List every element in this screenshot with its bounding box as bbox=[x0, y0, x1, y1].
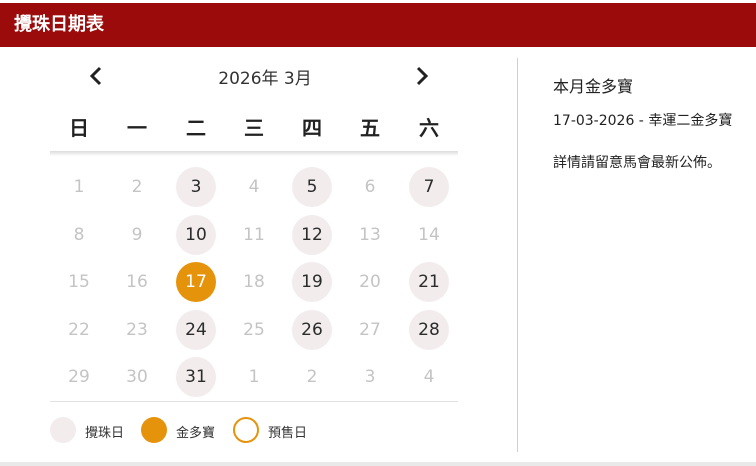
day-cell[interactable]: 1 bbox=[59, 167, 99, 207]
draw-day-legend-icon bbox=[50, 417, 76, 443]
weekday-label: 日 bbox=[69, 116, 89, 140]
jackpot-month-title: 本月金多寶 bbox=[553, 77, 634, 96]
day-cell[interactable]: 8 bbox=[59, 215, 99, 255]
weekday-label: 六 bbox=[419, 116, 439, 140]
weekday-header: 日一二三四五六 bbox=[50, 112, 458, 144]
draw-day-cell[interactable]: 24 bbox=[176, 310, 216, 350]
draw-day-cell[interactable]: 26 bbox=[292, 310, 332, 350]
draw-day-cell[interactable]: 7 bbox=[409, 167, 449, 207]
legend-jackpot-label: 金多寶 bbox=[176, 426, 216, 441]
day-cell[interactable]: 9 bbox=[117, 215, 157, 255]
day-cell[interactable]: 23 bbox=[117, 310, 157, 350]
draw-day-cell[interactable]: 31 bbox=[176, 357, 216, 397]
day-cell[interactable]: 2 bbox=[292, 357, 332, 397]
day-cell[interactable]: 14 bbox=[409, 215, 449, 255]
day-cell[interactable]: 22 bbox=[59, 310, 99, 350]
day-cell[interactable]: 3 bbox=[350, 357, 390, 397]
day-cell[interactable]: 18 bbox=[234, 262, 274, 302]
legend-draw-label: 攪珠日 bbox=[85, 426, 125, 441]
weekday-label: 一 bbox=[127, 116, 147, 140]
draw-day-cell[interactable]: 12 bbox=[292, 215, 332, 255]
legend-presale-label: 預售日 bbox=[268, 426, 308, 441]
chevron-right-icon bbox=[416, 66, 429, 86]
draw-day-cell[interactable]: 5 bbox=[292, 167, 332, 207]
draw-day-cell[interactable]: 21 bbox=[409, 262, 449, 302]
day-cell[interactable]: 11 bbox=[234, 215, 274, 255]
day-cell[interactable]: 4 bbox=[409, 357, 449, 397]
month-label: 2026年 3月 bbox=[218, 69, 312, 89]
draw-day-cell[interactable]: 28 bbox=[409, 310, 449, 350]
page-title: 攪珠日期表 bbox=[14, 14, 104, 35]
day-cell[interactable]: 15 bbox=[59, 262, 99, 302]
day-cell[interactable]: 1 bbox=[234, 357, 274, 397]
weekday-divider bbox=[50, 151, 458, 156]
day-cell[interactable]: 30 bbox=[117, 357, 157, 397]
weekday-label: 二 bbox=[186, 116, 206, 140]
jackpot-date-info: 17-03-2026 - 幸運二金多寶 bbox=[553, 113, 733, 129]
chevron-left-icon bbox=[89, 66, 102, 86]
day-cell[interactable]: 29 bbox=[59, 357, 99, 397]
weekday-label: 四 bbox=[302, 116, 322, 140]
day-cell[interactable]: 16 bbox=[117, 262, 157, 302]
day-cell[interactable]: 20 bbox=[350, 262, 390, 302]
day-cell[interactable]: 6 bbox=[350, 167, 390, 207]
draw-day-cell[interactable]: 3 bbox=[176, 167, 216, 207]
day-cell[interactable]: 25 bbox=[234, 310, 274, 350]
weekday-label: 三 bbox=[244, 116, 264, 140]
next-month-button[interactable] bbox=[408, 62, 436, 90]
jackpot-legend-icon bbox=[141, 417, 167, 443]
jackpot-day-cell[interactable]: 17 bbox=[176, 262, 216, 302]
vertical-divider bbox=[517, 58, 518, 452]
jackpot-note: 詳情請留意馬會最新公佈。 bbox=[553, 155, 721, 171]
draw-day-cell[interactable]: 10 bbox=[176, 215, 216, 255]
weekday-label: 五 bbox=[360, 116, 380, 140]
prev-month-button[interactable] bbox=[82, 62, 110, 90]
legend-divider bbox=[50, 401, 458, 402]
header-bar: 攪珠日期表 bbox=[0, 3, 756, 47]
draw-calendar-card: 攪珠日期表 2026年 3月 日一二三四五六 1 2 3 4 5 6 7 8 9 10 11 12 13… bbox=[0, 0, 756, 462]
presale-legend-icon bbox=[233, 417, 259, 443]
day-cell[interactable]: 27 bbox=[350, 310, 390, 350]
day-cell[interactable]: 4 bbox=[234, 167, 274, 207]
day-cell[interactable]: 13 bbox=[350, 215, 390, 255]
draw-day-cell[interactable]: 19 bbox=[292, 262, 332, 302]
day-cell[interactable]: 2 bbox=[117, 167, 157, 207]
